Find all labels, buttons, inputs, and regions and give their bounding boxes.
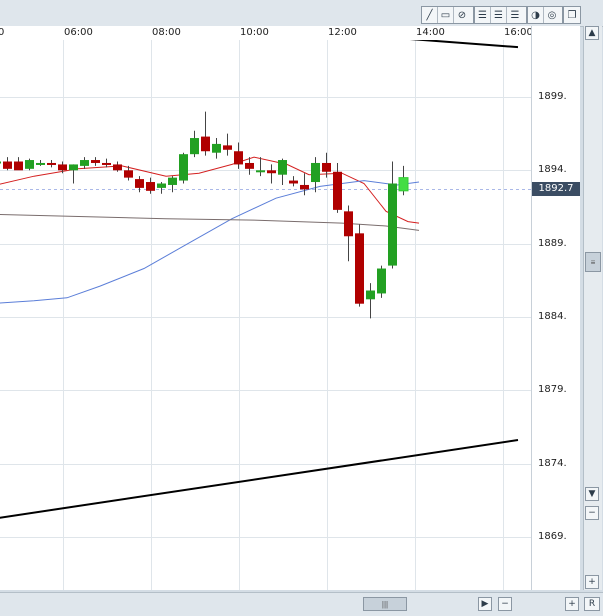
price-tick-label: 1889. [538, 238, 567, 249]
chart-type-group: ☰ ☰ ☰ [474, 6, 527, 24]
price-chart-plot [0, 27, 531, 590]
candle-body [157, 183, 166, 188]
candle-body [344, 211, 353, 237]
time-tick-label: 14:00 [416, 27, 445, 38]
time-tick-label: 06:00 [64, 27, 93, 38]
price-tick-label: 1894. [538, 164, 567, 175]
time-axis: 06:00 08:00 10:00 12:00 14:00 16:00 0 [0, 26, 533, 40]
fib-tool-icon[interactable]: ⊘ [454, 7, 470, 23]
horizontal-scrollbar[interactable]: ||| ▶ − + R [0, 592, 603, 616]
candle-body [135, 179, 144, 188]
candle-body [398, 177, 409, 192]
indicator-icon[interactable]: ◑ [528, 7, 544, 23]
candle-body [0, 161, 1, 164]
candle-body [102, 162, 111, 165]
candle-body [289, 180, 298, 184]
candle-body [3, 161, 12, 169]
candle-body [36, 162, 45, 165]
time-tick-label: 12:00 [328, 27, 357, 38]
time-tick-label: 0 [0, 27, 5, 38]
price-tick-label: 1869. [538, 531, 567, 542]
zoom-in-time-icon[interactable]: + [565, 597, 579, 611]
settings-icon[interactable]: ◎ [544, 7, 560, 23]
candle-body [168, 177, 177, 185]
time-tick-label: 10:00 [240, 27, 269, 38]
price-tick-label: 1879. [538, 384, 567, 395]
candle-body [377, 268, 386, 294]
price-tick-label: 1874. [538, 458, 567, 469]
candle-body [201, 136, 210, 152]
time-tick-label: 08:00 [152, 27, 181, 38]
window-group: ❐ [563, 6, 581, 24]
candle-body [124, 170, 133, 178]
candle-body [190, 138, 199, 155]
candle-body [25, 160, 34, 169]
current-price-label: 1892.7 [532, 182, 580, 196]
price-tick-label: 1884. [538, 311, 567, 322]
candle-body [91, 160, 100, 163]
horizontal-scroll-thumb[interactable]: ||| [363, 597, 407, 611]
candle-body [300, 184, 309, 190]
price-chart[interactable] [0, 27, 531, 590]
candle-body [333, 171, 342, 210]
bars-view-icon[interactable]: ☰ [475, 7, 491, 23]
candle-body [355, 233, 364, 304]
indicator-group: ◑ ◎ [527, 6, 563, 24]
candle-body [69, 164, 78, 171]
drawing-tools-group: ╱ ▭ ⊘ [421, 6, 474, 24]
window-icon[interactable]: ❐ [564, 7, 580, 23]
candle-body [212, 143, 221, 153]
zoom-in-icon[interactable]: + [585, 575, 599, 589]
candle-body [256, 170, 265, 173]
trend-line [0, 439, 519, 519]
scroll-down-icon[interactable]: ▼ [585, 487, 599, 501]
scroll-right-end-button[interactable]: R [584, 597, 600, 611]
zoom-out-icon[interactable]: − [585, 506, 599, 520]
candle-body [388, 183, 397, 266]
scroll-up-icon[interactable]: ▲ [585, 26, 599, 40]
line-tool-icon[interactable]: ╱ [422, 7, 438, 23]
candle-body [366, 290, 375, 300]
candle-body [14, 161, 23, 171]
candle-body [223, 145, 232, 150]
candle-body [311, 162, 320, 183]
candle-body [267, 170, 276, 174]
vertical-scrollbar[interactable]: ▲ ≡ ▼ − + [583, 26, 602, 590]
candle-body [146, 182, 155, 191]
lines-view-icon[interactable]: ☰ [507, 7, 523, 23]
vertical-scroll-thumb[interactable]: ≡ [585, 252, 601, 272]
candle-body [58, 164, 67, 171]
candle-body [234, 151, 243, 165]
trend-line [264, 27, 519, 49]
price-tick-label: 1899. [538, 91, 567, 102]
chart-toolbar: ╱ ▭ ⊘ ☰ ☰ ☰ ◑ ◎ ❐ [0, 0, 603, 27]
candle-body [278, 160, 287, 175]
candle-body [245, 162, 254, 169]
candle-body [113, 164, 122, 171]
candles-view-icon[interactable]: ☰ [491, 7, 507, 23]
scroll-right-icon[interactable]: ▶ [478, 597, 492, 611]
candle-body [47, 162, 56, 165]
candle-body [80, 160, 89, 166]
moving-average-line [0, 214, 420, 231]
price-axis[interactable]: 1892.7 1899. 1894. 1889. 1884. 1879. 1874. 186… [531, 26, 580, 590]
zoom-out-time-icon[interactable]: − [498, 597, 512, 611]
channel-tool-icon[interactable]: ▭ [438, 7, 454, 23]
candle-body [322, 162, 331, 172]
candle-body [179, 154, 188, 181]
time-tick-label: 16:00 [504, 27, 533, 38]
